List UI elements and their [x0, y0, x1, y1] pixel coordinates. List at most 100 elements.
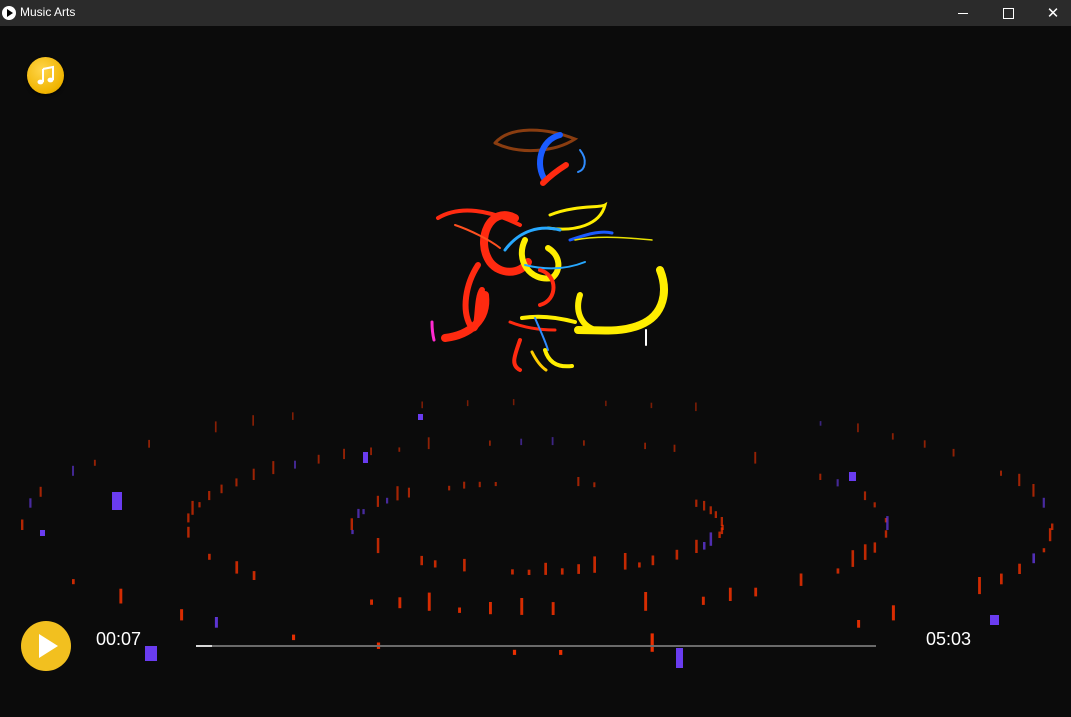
spectrum-bar [1032, 553, 1035, 564]
visualization-canvas [21, 128, 1054, 668]
spectrum-bar [651, 555, 655, 566]
blue-stroke [577, 149, 586, 173]
spectrum-bar [583, 440, 585, 446]
spectrum-bar [187, 526, 190, 538]
spectrum-bar [292, 634, 296, 641]
yellow-stroke [520, 314, 577, 324]
spectrum-bar [420, 555, 423, 566]
spectrum-bar [1018, 473, 1021, 487]
spectrum-bar [886, 516, 889, 530]
spectrum-bar [560, 568, 564, 575]
spectrum-bar [851, 550, 855, 567]
spectrum-bar [235, 561, 239, 574]
spectrum-bar [489, 602, 492, 615]
spectrum-bar [673, 444, 676, 452]
spectrum-bar [1048, 528, 1052, 542]
spectrum-bar [551, 437, 554, 446]
spectrum-bar [512, 399, 515, 406]
spectrum-bar [952, 448, 955, 457]
spectrum-bar [1032, 484, 1035, 497]
spectrum-bar [272, 461, 275, 475]
spectrum-bar [1000, 573, 1003, 585]
spectrum-ring [21, 399, 1054, 668]
spectrum-bar [466, 400, 469, 407]
spectrum-bar [1000, 470, 1002, 476]
yellow-stroke [574, 236, 653, 241]
spectrum-bar [891, 433, 894, 440]
spectrum-bar [357, 508, 360, 518]
spectrum-bar [421, 401, 423, 409]
music-menu-button[interactable] [27, 57, 64, 94]
spectrum-bar [754, 451, 757, 464]
spectrum-bar [187, 513, 190, 523]
spectrum-bar [703, 500, 706, 511]
spectrum-bar [350, 518, 353, 530]
red-stroke [508, 320, 557, 332]
spectrum-block [990, 615, 999, 625]
spectrum-bar [709, 506, 712, 515]
yellow-stroke [530, 350, 548, 372]
spectrum-bar [577, 477, 580, 487]
spectrum-bar [191, 500, 194, 515]
spectrum-bar [180, 609, 184, 621]
spectrum-bar [1042, 497, 1045, 508]
minimize-icon [958, 12, 968, 14]
spectrum-bar [198, 502, 201, 508]
close-button[interactable]: ✕ [1030, 0, 1071, 26]
spectrum-bar [427, 592, 431, 611]
spectrum-bar [873, 502, 876, 508]
spectrum-bar [214, 617, 218, 628]
spectrum-bar [605, 400, 607, 407]
spectrum-bar [857, 620, 861, 628]
total-time: 05:03 [926, 629, 972, 649]
spectrum-bar [448, 485, 451, 491]
spectrum-bar [644, 442, 646, 450]
maximize-button[interactable] [985, 0, 1031, 26]
spectrum-bar [235, 478, 238, 487]
red-stroke [512, 338, 522, 372]
spectrum-bar [252, 571, 256, 580]
spectrum-bar [386, 497, 389, 504]
spectrum-bar [638, 562, 641, 568]
spectrum-bar [718, 531, 721, 538]
blue-stroke [568, 230, 614, 242]
spectrum-bar [398, 447, 401, 452]
spectrum-bar [208, 491, 211, 501]
minimize-button[interactable] [940, 0, 986, 26]
yellow-stroke [546, 201, 608, 231]
spectrum-bar [577, 564, 580, 574]
play-button[interactable] [21, 621, 71, 671]
current-time: 00:07 [96, 629, 142, 649]
spectrum-bar [873, 542, 877, 553]
red-stroke [540, 162, 569, 186]
spectrum-block [40, 530, 45, 536]
spectrum-bar [433, 560, 437, 568]
spectrum-bar [489, 440, 491, 446]
spectrum-bar [703, 542, 706, 550]
spectrum-bar [701, 596, 705, 605]
spectrum-bar [93, 459, 96, 466]
spectrum-bar [923, 440, 926, 448]
spectrum-block [145, 646, 157, 661]
spectrum-bar [520, 598, 524, 615]
spectrum-bar [593, 556, 596, 573]
spectrum-bar [728, 587, 732, 601]
spectrum-bar [396, 486, 399, 501]
spectrum-bar [351, 529, 354, 535]
spectrum-block [112, 492, 122, 510]
spectrum-bar [559, 650, 563, 655]
progress-fill [196, 645, 212, 647]
spectrum-bar [72, 465, 74, 476]
spectrum-bar [709, 532, 713, 546]
spectrum-bar [512, 649, 517, 655]
spectrum-bar [1042, 548, 1046, 553]
spectrum-bar [370, 447, 372, 456]
spectrum-block [363, 452, 368, 463]
yellow-stroke [575, 292, 598, 333]
spectrum-bar [458, 607, 461, 613]
spectrum-bar [252, 468, 255, 480]
spectrum-bar [29, 498, 32, 508]
blue-stroke [524, 261, 586, 270]
spectrum-bar [544, 562, 547, 575]
progress-bar[interactable] [196, 645, 876, 647]
